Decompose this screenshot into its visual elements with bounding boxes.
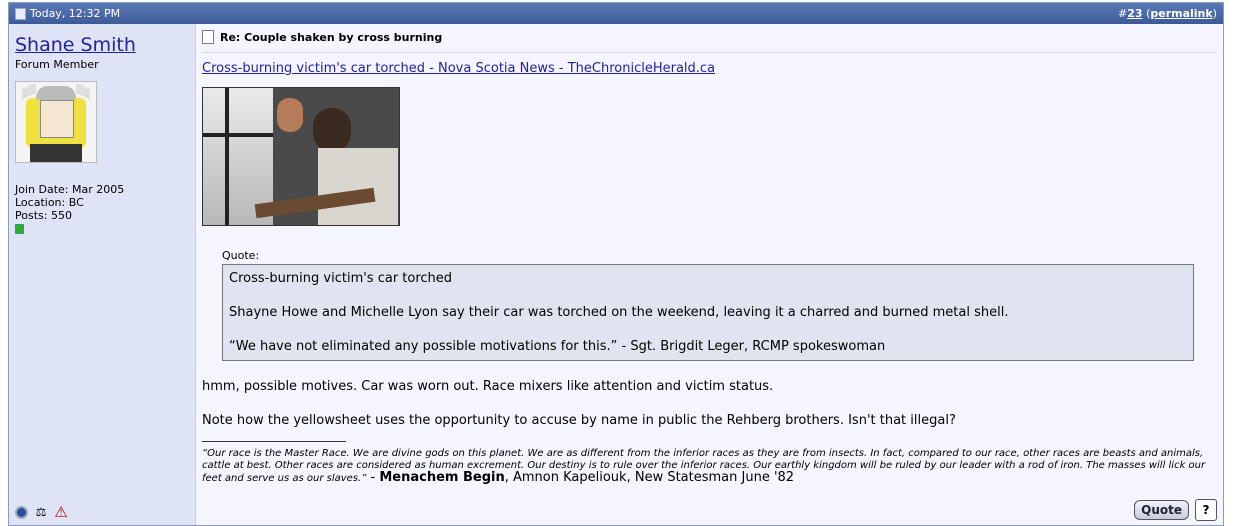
post-message: hmm, possible motives. Car was worn out.… xyxy=(202,379,1217,428)
post-header: Today, 12:32 PM #23 (permalink) xyxy=(9,3,1223,24)
quote-line: Cross-burning victim's car torched xyxy=(229,271,453,286)
post-icon xyxy=(202,30,214,44)
quote-box: Cross-burning victim's car torched Shayn… xyxy=(222,264,1194,361)
post-old-icon xyxy=(15,7,26,20)
paren-close: ) xyxy=(1212,7,1217,20)
quote-button[interactable]: Quote xyxy=(1134,500,1189,520)
username-link[interactable]: Shane Smith xyxy=(15,34,189,56)
signature-divider xyxy=(202,441,346,442)
forum-post: Today, 12:32 PM #23 (permalink) Shane Sm… xyxy=(8,2,1224,526)
reputation-icon[interactable]: ⚖ xyxy=(34,505,48,519)
multiquote-button[interactable]: ? xyxy=(1195,499,1217,521)
user-title: Forum Member xyxy=(15,58,99,71)
avatar[interactable] xyxy=(15,81,97,163)
user-actions: ⚖ ⚠ xyxy=(15,503,68,521)
multiquote-icon: ? xyxy=(1202,503,1210,517)
post-buttons: Quote ? xyxy=(1134,499,1217,521)
location: Location: BC xyxy=(15,196,84,209)
permalink-link[interactable]: permalink xyxy=(1150,7,1212,20)
post-paragraph: hmm, possible motives. Car was worn out.… xyxy=(202,379,774,394)
post-number-hash: # xyxy=(1118,7,1128,20)
post-number-link[interactable]: 23 xyxy=(1127,7,1142,20)
post-number-area: #23 (permalink) xyxy=(1118,7,1217,20)
post-paragraph: Note how the yellowsheet uses the opport… xyxy=(202,413,956,428)
post-count: Posts: 550 xyxy=(15,209,72,222)
signature-source: , Amnon Kapeliouk, New Statesman June '8… xyxy=(504,470,795,485)
article-link[interactable]: Cross-burning victim's car torched - Nov… xyxy=(202,61,715,76)
post-title-text: Re: Couple shaken by cross burning xyxy=(220,30,443,44)
signature-dash: - xyxy=(366,470,380,485)
profile-icon[interactable] xyxy=(15,505,28,519)
post-date-text: Today, 12:32 PM xyxy=(30,7,121,20)
post-title: Re: Couple shaken by cross burning xyxy=(202,30,1217,53)
signature-author: Menachem Begin xyxy=(379,470,505,485)
online-status-icon xyxy=(15,224,24,234)
user-sidebar: Shane Smith Forum Member Join Date: Mar … xyxy=(9,24,196,525)
post-date: Today, 12:32 PM xyxy=(15,7,120,20)
quote-line: “We have not eliminated any possible mot… xyxy=(229,339,886,354)
user-info: Join Date: Mar 2005 Location: BC Posts: … xyxy=(15,183,189,234)
signature: “Our race is the Master Race. We are div… xyxy=(202,448,1217,485)
quote-button-label: Quote xyxy=(1141,503,1182,517)
article-photo[interactable] xyxy=(202,87,400,226)
report-post-icon[interactable]: ⚠ xyxy=(54,503,68,521)
quote-line: Shayne Howe and Michelle Lyon say their … xyxy=(229,305,1009,320)
post-content: Re: Couple shaken by cross burning Cross… xyxy=(196,24,1223,525)
quote-label: Quote: xyxy=(222,249,260,262)
join-date: Join Date: Mar 2005 xyxy=(15,183,125,196)
